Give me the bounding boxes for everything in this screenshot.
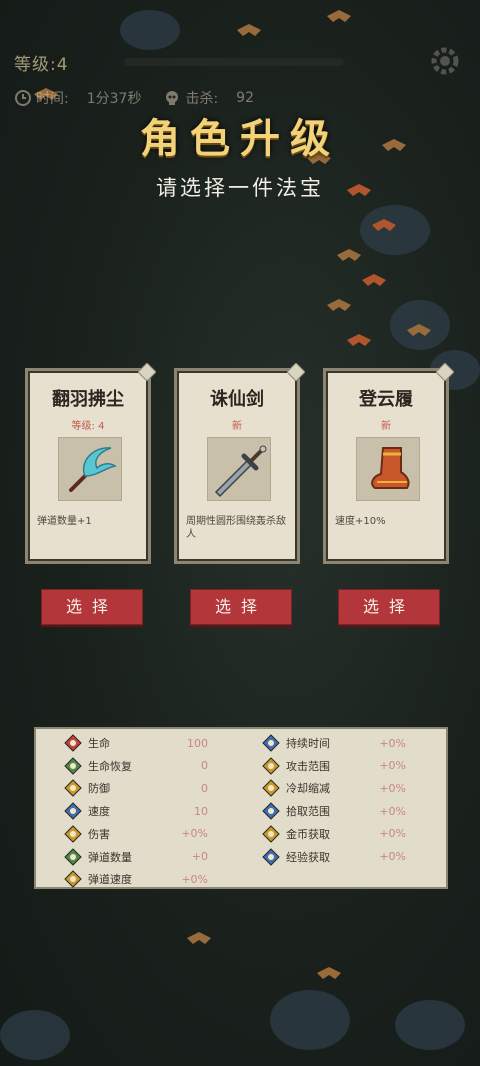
stat-row: 防御 0	[64, 778, 208, 798]
time-label: 时间:	[36, 91, 69, 107]
stat-value: +0%	[379, 736, 406, 750]
stat-icon	[64, 847, 82, 866]
skull-icon	[166, 91, 179, 105]
card-image-frame	[207, 437, 271, 501]
select-button-whisk[interactable]: 选择	[41, 589, 143, 625]
sword-icon	[214, 445, 267, 498]
stat-icon	[64, 779, 82, 798]
stat-row: 弹道速度 +0%	[64, 869, 208, 889]
stat-icon	[64, 825, 82, 843]
stat-name: 冷却缩减	[286, 782, 330, 796]
stat-icon	[64, 802, 82, 820]
stat-icon	[64, 870, 82, 888]
stat-row: 弹道数量 +0	[64, 847, 208, 867]
card-description: 周期性圆形围绕轰杀敌人	[186, 516, 286, 540]
stat-name: 生命恢复	[88, 759, 132, 773]
stat-name: 拾取范围	[286, 805, 330, 819]
stat-icon	[64, 734, 82, 752]
card-name: 登云履	[359, 389, 413, 410]
stat-value: +0%	[379, 804, 406, 818]
stats-panel: 生命 100 生命恢复 0 防御 0 速度 10 伤害 +0% 弹道数量 +0 弹道速度 +0% 持续时间…	[34, 727, 448, 889]
corner-ornament-icon	[138, 363, 156, 381]
item-card-whisk[interactable]: 翻羽拂尘 等级: 4 弹道数量+1	[25, 363, 156, 564]
time-value: 1分37秒	[86, 91, 142, 107]
select-button-sword[interactable]: 选择	[190, 589, 292, 625]
experience-bar	[124, 58, 344, 66]
settings-gear-icon[interactable]	[428, 44, 462, 78]
stat-row: 伤害 +0%	[64, 824, 208, 844]
stat-name: 速度	[88, 805, 110, 819]
card-image-frame	[58, 437, 122, 501]
stat-name: 金币获取	[286, 827, 330, 841]
stat-value: 10	[194, 804, 208, 818]
stat-value: +0	[191, 850, 208, 863]
stat-icon	[262, 779, 280, 798]
clock-icon	[15, 90, 31, 106]
stat-row: 攻击范围 +0%	[262, 756, 406, 776]
stat-row: 速度 10	[64, 801, 208, 821]
stat-value: +0%	[379, 759, 406, 773]
boot-icon	[371, 447, 410, 489]
kills-value: 92	[236, 90, 254, 106]
stat-name: 攻击范围	[286, 759, 330, 773]
stat-name: 弹道速度	[88, 873, 132, 887]
stat-value: 100	[187, 736, 208, 750]
item-card-sword[interactable]: 诛仙剑 新 周期性圆形围绕轰杀敌人	[174, 363, 305, 564]
card-level: 新	[381, 421, 391, 432]
stat-value: +0%	[379, 827, 406, 841]
level-up-title: 角色升级	[140, 115, 340, 162]
player-level: 等级:4	[14, 55, 69, 75]
stat-value: +0%	[379, 850, 406, 863]
card-description: 弹道数量+1	[37, 516, 92, 527]
stat-row: 拾取范围 +0%	[262, 801, 406, 821]
stat-name: 经验获取	[286, 850, 330, 864]
hud-stats-row: 时间: 1分37秒 击杀: 92	[14, 88, 254, 108]
stat-value: 0	[201, 759, 208, 773]
stat-icon	[262, 734, 280, 752]
stat-name: 防御	[88, 782, 110, 796]
stat-name: 生命	[88, 737, 110, 750]
card-name: 翻羽拂尘	[52, 389, 124, 410]
stat-row: 经验获取 +0%	[262, 847, 406, 867]
stat-icon	[64, 756, 82, 775]
corner-ornament-icon	[436, 363, 454, 381]
stat-icon	[262, 825, 280, 843]
stat-value: +0%	[181, 872, 208, 886]
stat-row: 持续时间 +0%	[262, 733, 406, 753]
level-up-subtitle: 请选择一件法宝	[156, 176, 324, 200]
stat-row: 生命 100	[64, 733, 208, 753]
stat-icon	[262, 847, 280, 866]
stat-name: 弹道数量	[88, 850, 132, 864]
stat-row: 冷却缩减 +0%	[262, 778, 406, 798]
stat-icon	[262, 802, 280, 820]
stat-value: +0%	[379, 781, 406, 795]
stat-row: 生命恢复 0	[64, 756, 208, 776]
stat-icon	[262, 756, 280, 775]
card-level: 新	[232, 421, 242, 432]
item-card-boot[interactable]: 登云履 新 速度+10%	[323, 363, 454, 564]
kills-label: 击杀:	[185, 91, 219, 107]
stat-row: 金币获取 +0%	[262, 824, 406, 844]
card-level: 等级: 4	[71, 421, 105, 432]
stat-name: 持续时间	[286, 737, 330, 750]
card-image-frame	[356, 437, 420, 501]
card-name: 诛仙剑	[210, 389, 264, 410]
stat-value: 0	[201, 781, 208, 795]
select-button-boot[interactable]: 选择	[338, 589, 440, 625]
corner-ornament-icon	[287, 363, 305, 381]
stat-value: +0%	[181, 827, 208, 841]
card-description: 速度+10%	[335, 516, 386, 527]
stat-name: 伤害	[88, 827, 110, 841]
whisk-icon	[69, 447, 117, 492]
